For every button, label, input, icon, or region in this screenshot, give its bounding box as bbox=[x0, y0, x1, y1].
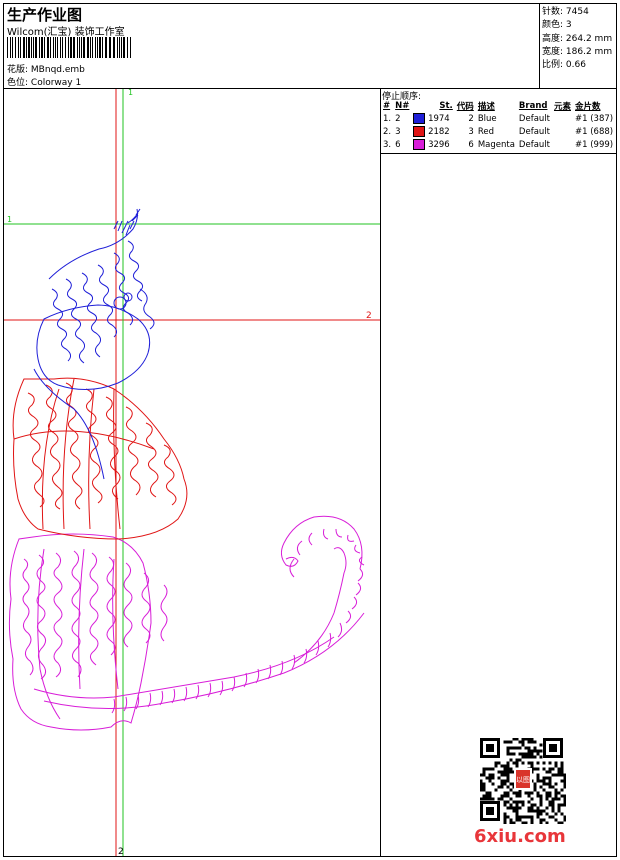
col-desc: 描述 bbox=[477, 102, 495, 112]
col-code: 代码 bbox=[456, 102, 474, 112]
red-mid-body bbox=[12, 377, 188, 540]
qr-code: 以图 bbox=[480, 738, 566, 824]
embroidery-design-view: 1 2 1 2 bbox=[4, 89, 380, 856]
color-swatch-blue bbox=[413, 113, 426, 124]
table-row: 1. 2 1974 2 Blue Default #1 (387) bbox=[383, 113, 614, 124]
design-value: MBnqd.emb bbox=[30, 65, 85, 75]
table-header-row: # N# St. 代码 描述 Brand 元素 金片数 bbox=[381, 100, 615, 112]
design-stats: 针数: 7454 颜色: 3 高度: 264.2 mm 宽度: 186.2 mm… bbox=[542, 6, 612, 72]
panel-divider bbox=[380, 89, 381, 856]
col-sequins: 金片数 bbox=[575, 102, 601, 112]
company-name: Wilcom(汇宝) 装饰工作室 bbox=[7, 27, 125, 38]
page-title: 生产作业图 bbox=[7, 6, 83, 24]
stat-scale: 比例: 0.66 bbox=[542, 60, 586, 71]
guide-label-h2: 2 bbox=[366, 311, 372, 321]
guide-label-v1: 1 bbox=[128, 89, 133, 97]
colorway-info: 色位: Colorway 1 bbox=[7, 75, 81, 88]
guide-label-v2: 2 bbox=[118, 847, 124, 856]
stat-stitches: 针数: 7454 bbox=[542, 7, 589, 17]
colorway-value: Colorway 1 bbox=[30, 78, 82, 88]
col-index: # bbox=[383, 101, 391, 111]
stop-sequence-table: # N# St. 代码 描述 Brand 元素 金片数 1. 2 1974 2 … bbox=[381, 100, 615, 151]
guide-label-h1: 1 bbox=[7, 215, 12, 224]
color-swatch-red bbox=[413, 126, 426, 137]
color-swatch-magenta bbox=[413, 139, 426, 150]
design-info: 花版: MBnqd.emb bbox=[7, 62, 85, 75]
table-row: 3. 6 3296 6 Magenta Default #1 (999) bbox=[383, 139, 614, 150]
magenta-lower-body bbox=[8, 515, 365, 731]
stat-height: 高度: 264.2 mm bbox=[542, 33, 613, 44]
col-stitches: St. bbox=[439, 101, 453, 111]
col-brand: Brand bbox=[518, 101, 548, 111]
colorway-label: 色位: bbox=[7, 78, 29, 88]
seal-text: 以图 bbox=[516, 776, 530, 784]
table-row: 2. 3 2182 3 Red Default #1 (688) bbox=[383, 126, 614, 137]
col-element: 元素 bbox=[553, 102, 571, 112]
design-label: 花版: bbox=[7, 65, 29, 75]
watermark-brand: 6xiu.com bbox=[474, 826, 566, 847]
col-needle: N# bbox=[395, 101, 410, 111]
barcode bbox=[7, 37, 131, 58]
stats-divider bbox=[539, 3, 540, 89]
stat-colors: 颜色: 3 bbox=[542, 20, 572, 31]
stop-sequence-divider bbox=[381, 153, 617, 154]
stat-width: 宽度: 186.2 mm bbox=[542, 46, 613, 57]
